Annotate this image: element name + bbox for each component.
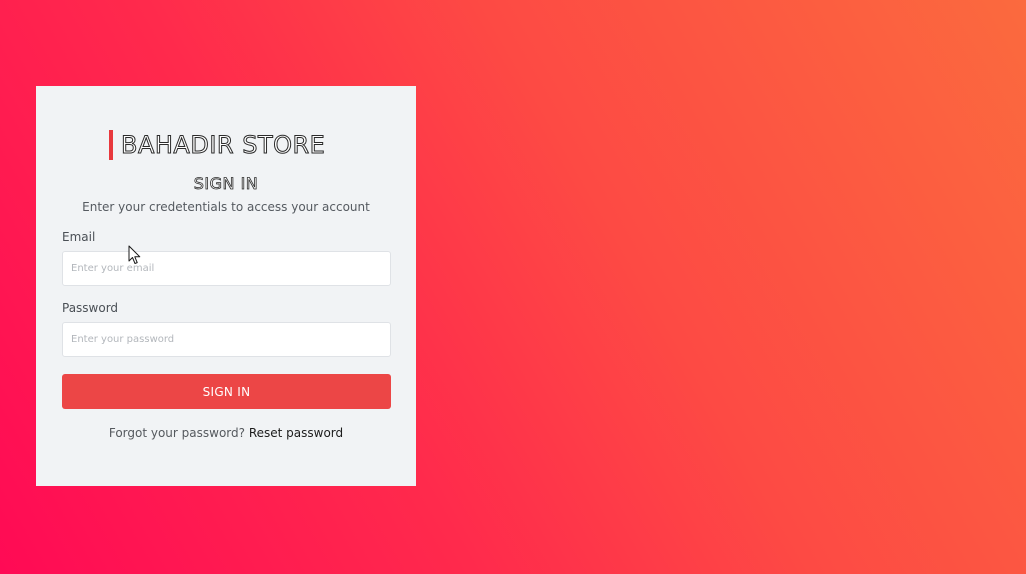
sign-in-button[interactable]: SIGN IN: [62, 374, 391, 409]
arrow-cursor-icon: [128, 245, 141, 264]
forgot-password-text: Forgot your password?: [108, 426, 245, 440]
login-card: BAHADIR STORE SIGN IN Enter your credete…: [36, 86, 416, 486]
reset-password-link[interactable]: Reset password: [249, 426, 343, 440]
forgot-password-row: Forgot your password? Reset password: [36, 426, 416, 440]
brand-logo: BAHADIR STORE: [109, 130, 325, 160]
page-title: SIGN IN: [193, 174, 259, 194]
page-subtitle: Enter your credetentials to access your …: [82, 200, 370, 214]
brand-accent-bar: [109, 130, 113, 160]
email-label: Email: [62, 230, 96, 244]
brand-name: BAHADIR STORE: [120, 131, 326, 160]
password-label: Password: [62, 301, 119, 315]
password-field[interactable]: [62, 322, 391, 357]
email-field[interactable]: [62, 251, 391, 286]
